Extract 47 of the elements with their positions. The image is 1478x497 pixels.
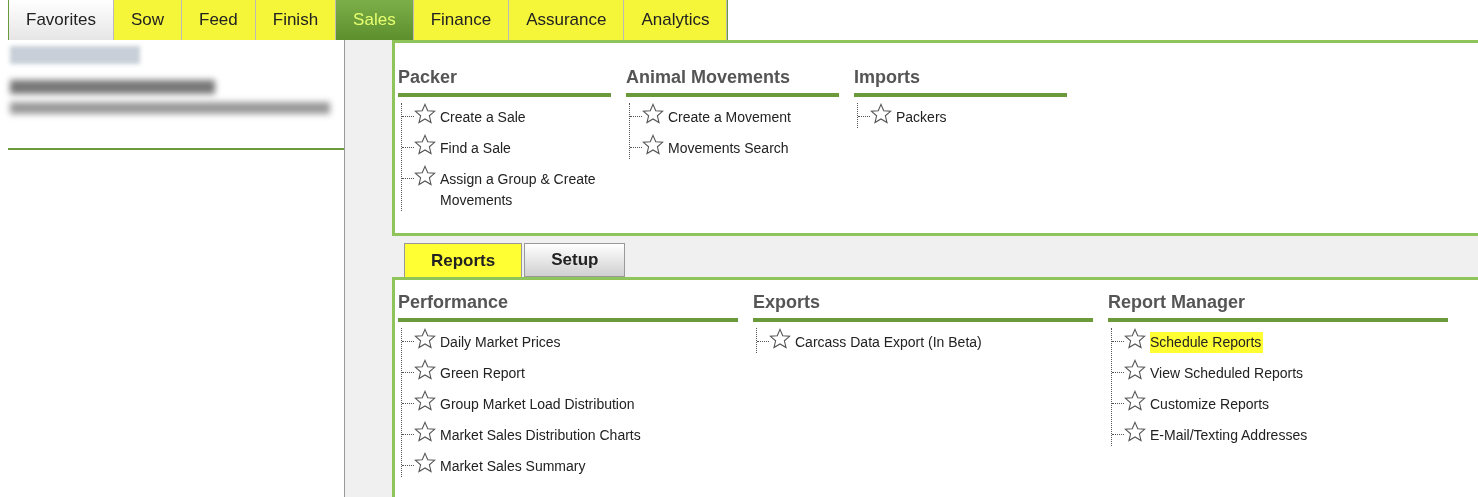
star-icon[interactable] bbox=[414, 103, 436, 124]
star-icon[interactable] bbox=[414, 421, 436, 442]
sub-tab[interactable]: Setup bbox=[524, 243, 626, 277]
menu-link[interactable]: Schedule Reports bbox=[1150, 332, 1264, 353]
nav-tab[interactable]: Feed bbox=[182, 0, 256, 40]
section-title: Exports bbox=[753, 291, 822, 314]
menu-link[interactable]: Create a Movement bbox=[668, 107, 793, 128]
section-title: Report Manager bbox=[1108, 291, 1247, 314]
star-icon[interactable] bbox=[1124, 390, 1146, 411]
section-title: Animal Movements bbox=[626, 66, 792, 89]
menu-link[interactable]: Group Market Load Distribution bbox=[440, 394, 637, 415]
menu-link[interactable]: Market Sales Summary bbox=[440, 456, 588, 477]
nav-tab[interactable]: Finance bbox=[413, 0, 510, 40]
menu-link[interactable]: E-Mail/Texting Addresses bbox=[1150, 425, 1310, 446]
star-icon[interactable] bbox=[769, 328, 791, 349]
menu-link[interactable]: Customize Reports bbox=[1150, 394, 1272, 415]
star-icon[interactable] bbox=[414, 359, 436, 380]
nav-tab[interactable]: Favorites bbox=[9, 0, 114, 40]
star-icon[interactable] bbox=[414, 452, 436, 473]
star-icon[interactable] bbox=[414, 328, 436, 349]
nav-tab[interactable]: Assurance bbox=[509, 0, 625, 40]
section-title: Packer bbox=[398, 66, 459, 89]
nav-tab[interactable]: Sow bbox=[113, 0, 182, 40]
menu-link[interactable]: Create a Sale bbox=[440, 107, 528, 128]
star-icon[interactable] bbox=[414, 134, 436, 155]
star-icon[interactable] bbox=[1124, 359, 1146, 380]
menu-link[interactable]: Market Sales Distribution Charts bbox=[440, 425, 643, 446]
menu-link[interactable]: Green Report bbox=[440, 363, 527, 384]
star-icon[interactable] bbox=[870, 103, 892, 124]
menu-link[interactable]: Packers bbox=[896, 107, 949, 128]
star-icon[interactable] bbox=[642, 134, 664, 155]
menu-link[interactable]: View Scheduled Reports bbox=[1150, 363, 1306, 384]
menu-link[interactable]: Find a Sale bbox=[440, 138, 513, 159]
menu-link[interactable]: Daily Market Prices bbox=[440, 332, 563, 353]
nav-tab[interactable]: Finish bbox=[255, 0, 337, 40]
section-title: Performance bbox=[398, 291, 510, 314]
star-icon[interactable] bbox=[642, 103, 664, 124]
sub-tab[interactable]: Reports bbox=[404, 243, 523, 277]
nav-tab[interactable]: Analytics bbox=[624, 0, 728, 40]
star-icon[interactable] bbox=[414, 165, 436, 186]
menu-link[interactable]: Movements Search bbox=[668, 138, 791, 159]
section-title: Imports bbox=[854, 66, 921, 89]
menu-link[interactable]: Carcass Data Export (In Beta) bbox=[795, 332, 984, 353]
star-icon[interactable] bbox=[1124, 328, 1146, 349]
star-icon[interactable] bbox=[414, 390, 436, 411]
menu-link[interactable]: Assign a Group & Create Movements bbox=[440, 169, 611, 211]
star-icon[interactable] bbox=[1124, 421, 1146, 442]
